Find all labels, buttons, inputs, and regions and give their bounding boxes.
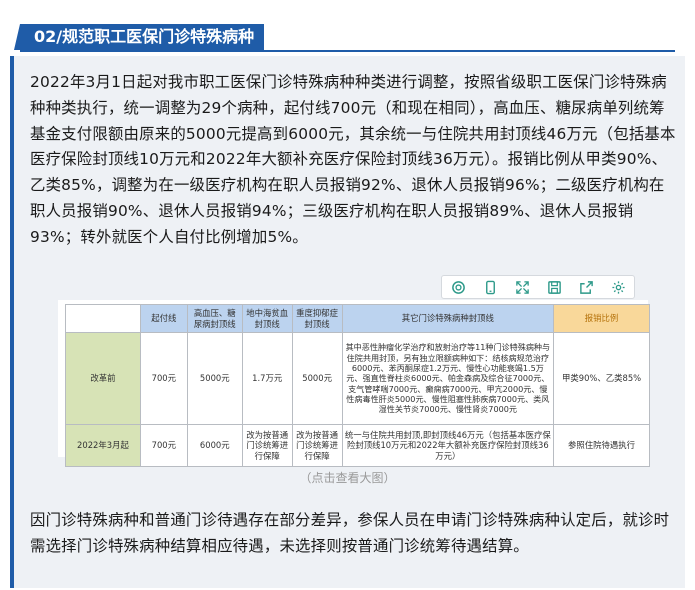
expand-icon[interactable] [510, 277, 534, 297]
table-cell: 改为按普通门诊统筹进行保障 [241, 424, 293, 467]
conclusion-paragraph: 因门诊特殊病种和普通门诊待遇存在部分差异，参保人员在申请门诊特殊病种认定后，就诊… [30, 511, 670, 555]
section-title: 02/规范职工医保门诊特殊病种 [13, 24, 265, 50]
row-label: 2022年3月起 [65, 424, 141, 467]
table-header-cell: 起付线 [139, 304, 188, 333]
table-header-cell: 地中海贫血封顶线 [241, 304, 293, 333]
table-cell: 改为按普通门诊统筹进行保障 [291, 424, 343, 467]
panel-accent-bar [10, 56, 14, 588]
row-label: 改革前 [65, 332, 141, 425]
table-header-cell [65, 304, 141, 333]
settings-icon[interactable] [606, 277, 630, 297]
table-header-cell: 报销比例 [553, 304, 650, 333]
table-header-cell: 重度抑郁症封顶线 [291, 304, 343, 333]
table-row: 2022年3月起 700元 6000元 改为按普通门诊统筹进行保障 改为按普通门… [65, 424, 650, 467]
table-cell: 5000元 [186, 332, 243, 425]
table-row: 改革前 700元 5000元 1.7万元 5000元 其中恶性肿瘤化学治疗和放射… [65, 332, 650, 425]
phone-icon[interactable] [478, 277, 502, 297]
table-cell: 5000元 [291, 332, 343, 425]
intro-paragraph: 2022年3月1日起对我市职工医保门诊特殊病种种类进行调整，按照省级职工医保门诊… [30, 73, 676, 246]
search-icon[interactable] [446, 277, 470, 297]
table-cell: 甲类90%、乙类85% [553, 332, 650, 425]
table-header-cell: 高血压、糖尿病封顶线 [186, 304, 243, 333]
table-header-cell: 其它门诊特殊病种封顶线 [341, 304, 555, 333]
table-cell: 参照住院待遇执行 [553, 424, 650, 467]
table-cell: 其中恶性肿瘤化学治疗和放射治疗等11种门诊特殊病种与住院共用封顶，另有独立限额病… [341, 332, 555, 425]
title-rule [20, 50, 675, 52]
image-toolbar [441, 275, 635, 299]
table-header-row: 起付线 高血压、糖尿病封顶线 地中海贫血封顶线 重度抑郁症封顶线 其它门诊特殊病… [65, 304, 650, 333]
table-cell: 统一与住院共用封顶,即封顶线46万元（包括基本医疗保险封顶线10万元和2022年… [341, 424, 555, 467]
share-icon[interactable] [574, 277, 598, 297]
image-caption: （点击查看大图） [299, 471, 396, 485]
table-cell: 1.7万元 [241, 332, 293, 425]
save-icon[interactable] [542, 277, 566, 297]
table-cell: 700元 [139, 424, 188, 467]
policy-comparison-table: 起付线 高血压、糖尿病封顶线 地中海贫血封顶线 重度抑郁症封顶线 其它门诊特殊病… [65, 304, 650, 467]
table-cell: 700元 [139, 332, 188, 425]
table-cell: 6000元 [186, 424, 243, 467]
